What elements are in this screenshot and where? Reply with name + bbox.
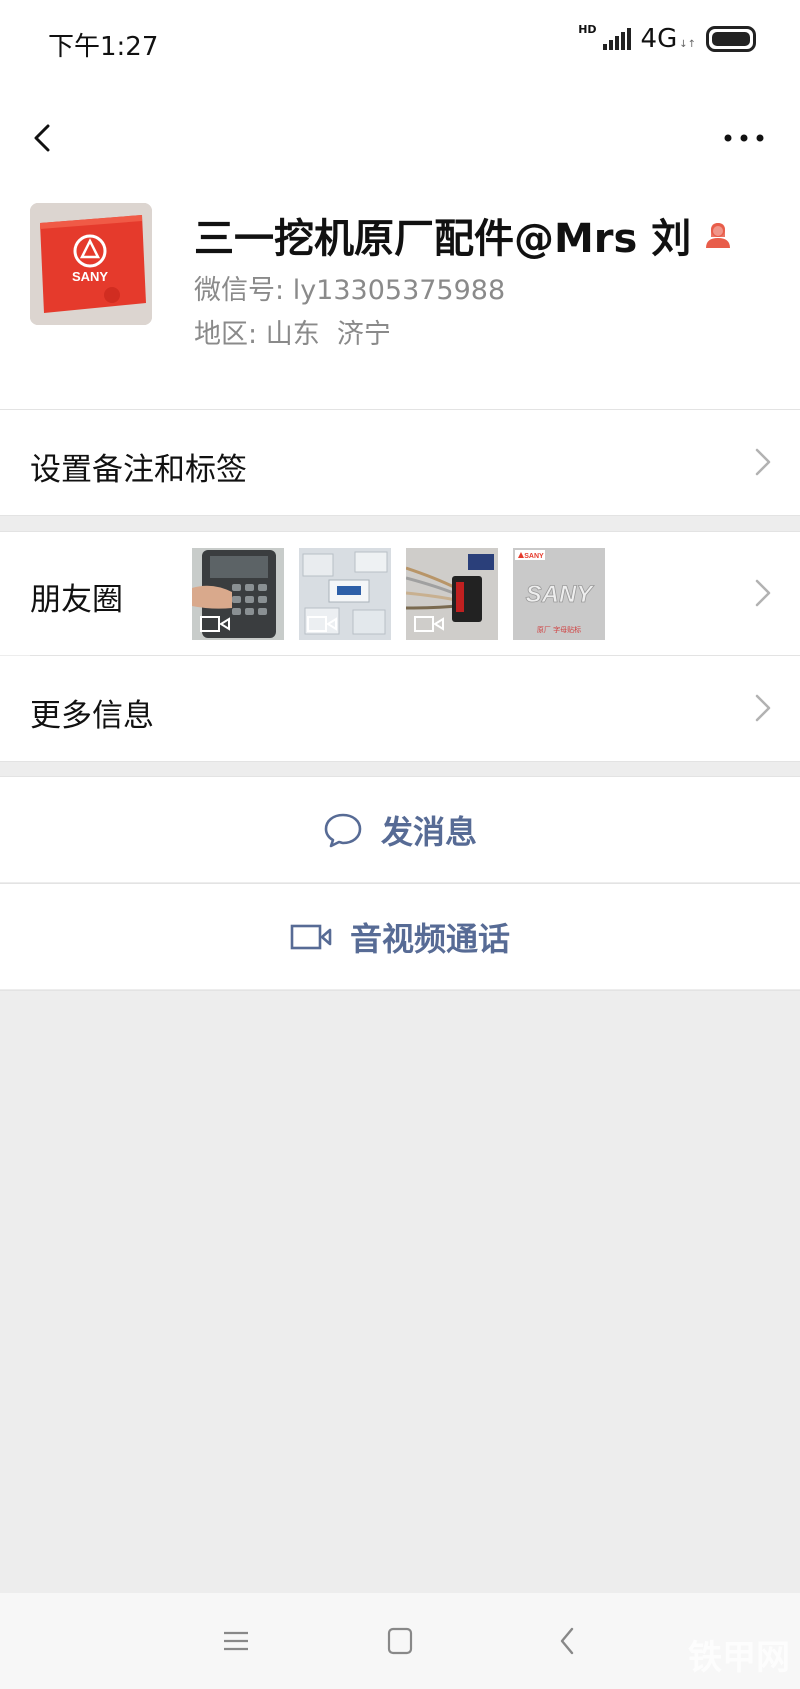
moments-thumbnails: SANY SANY 原厂 字母贴标: [192, 548, 605, 640]
watermark: 铁甲网: [688, 1638, 790, 1678]
moment-thumb-kpm[interactable]: [299, 548, 391, 640]
send-message-content: 发消息: [0, 777, 800, 882]
avatar-brand-text: SANY: [72, 269, 108, 284]
status-bar: 下午1:27 HD 4G ↓↑: [0, 0, 800, 88]
moment-thumb-keypad[interactable]: [192, 548, 284, 640]
video-call-button[interactable]: 音视频通话: [0, 884, 800, 989]
female-icon: [706, 223, 731, 248]
more-info-label: 更多信息: [30, 698, 154, 734]
menu-icon[interactable]: [216, 1623, 256, 1659]
wechat-id: 微信号: ly13305375988: [194, 268, 505, 307]
status-time: 下午1:27: [48, 32, 159, 62]
video-camera-icon: [290, 924, 332, 949]
wechat-id-label: 微信号:: [194, 275, 285, 306]
top-nav: [0, 88, 800, 188]
send-message-label: 发消息: [380, 812, 477, 851]
emblem-badge-text: SANY: [524, 553, 544, 560]
set-remark-row[interactable]: 设置备注和标签: [0, 410, 800, 515]
chevron-right-icon: [755, 448, 771, 476]
divider: [0, 761, 800, 762]
send-message-button[interactable]: 发消息: [0, 777, 800, 882]
region: 地区: 山东 济宁: [194, 312, 391, 351]
video-icon: [200, 616, 230, 632]
more-dots-icon[interactable]: [722, 124, 766, 152]
network-type: 4G ↓↑: [641, 24, 696, 54]
moments-label: 朋友圈: [30, 582, 123, 618]
video-call-content: 音视频通话: [0, 884, 800, 989]
signal-icon: [602, 28, 631, 50]
empty-background: [0, 991, 800, 1593]
contact-name: 三一挖机原厂配件@Mrs 刘: [194, 206, 733, 264]
chevron-right-icon: [755, 579, 771, 607]
sany-box-image: SANY: [30, 203, 152, 325]
chat-bubble-icon: [324, 813, 362, 847]
set-remark-label: 设置备注和标签: [30, 452, 247, 488]
network-arrows: ↓↑: [679, 39, 696, 50]
wechat-id-value: ly13305375988: [292, 275, 506, 306]
avatar[interactable]: SANY: [30, 203, 152, 325]
moments-row[interactable]: 朋友圈 SANY SANY 原厂 字母贴标: [0, 532, 800, 655]
network-label: 4G: [640, 24, 678, 54]
battery-icon: [706, 26, 756, 52]
region-value: 山东 济宁: [265, 319, 391, 350]
back-triangle-icon[interactable]: [548, 1623, 588, 1659]
emblem-caption: 原厂 字母贴标: [537, 625, 581, 634]
divider: [0, 515, 800, 516]
video-call-label: 音视频通话: [349, 919, 510, 958]
sany-emblem-photo: SANY SANY 原厂 字母贴标: [513, 548, 605, 640]
moment-thumb-connector[interactable]: [406, 548, 498, 640]
home-square-icon[interactable]: [380, 1623, 420, 1659]
moment-thumb-sany-emblem[interactable]: SANY SANY 原厂 字母贴标: [513, 548, 605, 640]
contact-name-text: 三一挖机原厂配件@Mrs 刘: [194, 216, 692, 262]
chevron-left-icon[interactable]: [24, 110, 64, 166]
profile-header: SANY 三一挖机原厂配件@Mrs 刘 微信号: ly13305375988 地…: [0, 188, 800, 409]
more-info-row[interactable]: 更多信息: [0, 656, 800, 761]
hd-badge: HD: [578, 22, 597, 36]
video-icon: [414, 616, 444, 632]
system-nav-bar: 铁甲网: [0, 1593, 800, 1689]
chevron-right-icon: [755, 694, 771, 722]
video-icon: [307, 616, 337, 632]
status-icons: HD 4G ↓↑: [578, 22, 756, 54]
emblem-big-text: SANY: [526, 581, 595, 608]
region-label: 地区:: [194, 319, 258, 350]
